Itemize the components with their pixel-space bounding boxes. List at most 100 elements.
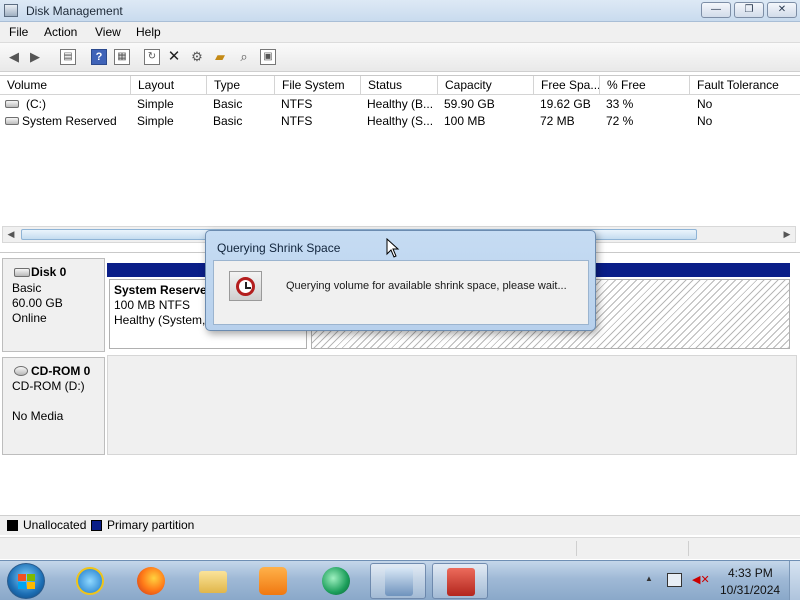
cell-layout: Simple xyxy=(137,97,174,111)
green-app-button[interactable] xyxy=(308,563,364,599)
legend-primary-swatch xyxy=(91,520,102,531)
export-icon[interactable]: ▣ xyxy=(260,49,276,65)
media-player-icon xyxy=(259,567,287,595)
refresh-icon[interactable]: ↻ xyxy=(144,49,160,65)
clock-date[interactable]: 10/31/2024 xyxy=(720,583,780,597)
disk-0-label[interactable]: Disk 0 Basic 60.00 GB Online xyxy=(2,258,105,352)
cell-volume: System Reserved xyxy=(22,114,117,128)
maximize-button[interactable]: ❐ xyxy=(734,2,764,18)
cell-volume: (C:) xyxy=(26,97,46,111)
delete-icon[interactable]: ✕ xyxy=(166,49,182,65)
network-icon[interactable] xyxy=(667,573,682,587)
cell-capacity: 59.90 GB xyxy=(444,97,495,111)
disk-size: 60.00 GB xyxy=(12,296,63,310)
green-app-icon xyxy=(322,567,350,595)
computer-management-button[interactable] xyxy=(370,563,426,599)
title-bar: Disk Management — ❐ ✕ xyxy=(0,0,800,22)
column-percent-free[interactable]: % Free xyxy=(600,76,690,95)
file-explorer-icon xyxy=(199,571,227,593)
cdrom-media: No Media xyxy=(12,409,64,423)
show-hidden-icons-icon[interactable]: ▲ xyxy=(645,574,653,583)
cell-capacity: 100 MB xyxy=(444,114,486,128)
cd-drive-icon xyxy=(14,366,28,376)
column-capacity[interactable]: Capacity xyxy=(438,76,534,95)
cell-status: Healthy (S... xyxy=(367,114,434,128)
toolbox-button[interactable] xyxy=(432,563,488,599)
file-explorer-button[interactable] xyxy=(185,563,241,599)
mouse-cursor-icon xyxy=(386,238,400,258)
firefox-icon xyxy=(137,567,165,595)
media-player-button[interactable] xyxy=(245,563,301,599)
column-type[interactable]: Type xyxy=(207,76,275,95)
settings-icon[interactable]: ⚙ xyxy=(189,49,205,65)
cell-free-space: 19.62 GB xyxy=(540,97,591,111)
disk-state: Online xyxy=(12,311,47,325)
scroll-left-icon[interactable]: ◀ xyxy=(3,227,19,242)
disk-management-icon xyxy=(4,4,18,17)
cdrom-0-label[interactable]: CD-ROM 0 CD-ROM (D:) No Media xyxy=(2,357,105,455)
legend: Unallocated Primary partition xyxy=(0,515,800,535)
legend-primary-label: Primary partition xyxy=(107,518,195,532)
close-button[interactable]: ✕ xyxy=(767,2,797,18)
cell-type: Basic xyxy=(213,97,243,111)
cell-file-system: NTFS xyxy=(281,97,313,111)
properties-icon[interactable]: ▦ xyxy=(114,49,130,65)
firefox-button[interactable] xyxy=(123,563,179,599)
back-arrow-icon[interactable]: ◀ xyxy=(6,49,22,65)
partition-name: System Reserve xyxy=(114,283,207,297)
menu-bar: File Action View Help xyxy=(0,22,800,43)
cell-free-space: 72 MB xyxy=(540,114,575,128)
search-icon[interactable]: ⌕ xyxy=(236,49,252,65)
minimize-button[interactable]: — xyxy=(701,2,731,18)
drive-icon xyxy=(5,117,19,125)
column-fault-tolerance[interactable]: Fault Tolerance xyxy=(690,76,800,95)
disk-name: Disk 0 xyxy=(31,265,67,279)
dialog-title: Querying Shrink Space xyxy=(217,241,341,255)
status-separator xyxy=(688,541,689,556)
taskbar: ▲ ◀✕ 4:33 PM 10/31/2024 xyxy=(0,560,800,600)
legend-unallocated-swatch xyxy=(7,520,18,531)
clock-time[interactable]: 4:33 PM xyxy=(728,566,773,580)
table-row[interactable]: (C:) Simple Basic NTFS Healthy (B... 59.… xyxy=(0,96,800,113)
column-volume[interactable]: Volume xyxy=(0,76,131,95)
cell-percent-free: 72 % xyxy=(606,114,634,128)
querying-shrink-dialog: Querying Shrink Space Querying volume fo… xyxy=(205,230,596,331)
volume-list: Volume Layout Type File System Status Ca… xyxy=(0,75,800,243)
column-status[interactable]: Status xyxy=(361,76,438,95)
cell-file-system: NTFS xyxy=(281,114,313,128)
help-icon[interactable]: ? xyxy=(91,49,107,65)
scroll-right-icon[interactable]: ▶ xyxy=(779,227,795,242)
drive-icon xyxy=(5,100,19,108)
open-folder-icon[interactable]: ▰ xyxy=(212,49,228,65)
menu-help[interactable]: Help xyxy=(136,25,161,39)
toolbox-icon xyxy=(447,568,475,596)
windows-logo-icon xyxy=(18,574,36,590)
cell-layout: Simple xyxy=(137,114,174,128)
column-layout[interactable]: Layout xyxy=(131,76,207,95)
start-button[interactable] xyxy=(7,563,45,599)
toolbar: ◀ ▶ ▤ ? ▦ ↻ ✕ ⚙ ▰ ⌕ ▣ xyxy=(0,43,800,72)
dialog-body: Querying volume for available shrink spa… xyxy=(213,260,589,325)
legend-unallocated-label: Unallocated xyxy=(23,518,87,532)
cdrom-area[interactable] xyxy=(107,355,797,455)
menu-action[interactable]: Action xyxy=(44,25,77,39)
cell-fault-tolerance: No xyxy=(697,114,713,128)
column-free-space[interactable]: Free Spa... xyxy=(534,76,600,95)
partition-status: Healthy (System, xyxy=(114,313,206,327)
cell-status: Healthy (B... xyxy=(367,97,434,111)
partition-size: 100 MB NTFS xyxy=(114,298,191,312)
disk-type: Basic xyxy=(12,281,42,295)
cdrom-drive: CD-ROM (D:) xyxy=(12,379,85,393)
menu-file[interactable]: File xyxy=(9,25,28,39)
dialog-message: Querying volume for available shrink spa… xyxy=(286,280,567,292)
column-file-system[interactable]: File System xyxy=(275,76,361,95)
menu-view[interactable]: View xyxy=(95,25,121,39)
show-desktop-button[interactable] xyxy=(789,561,800,600)
volume-muted-icon[interactable]: ◀✕ xyxy=(692,573,710,587)
hard-disk-icon xyxy=(14,268,30,277)
forward-arrow-icon[interactable]: ▶ xyxy=(27,49,43,65)
clock-icon xyxy=(229,271,262,301)
console-tree-icon[interactable]: ▤ xyxy=(60,49,76,65)
table-row[interactable]: System Reserved Simple Basic NTFS Health… xyxy=(0,113,800,130)
internet-explorer-button[interactable] xyxy=(62,563,118,599)
